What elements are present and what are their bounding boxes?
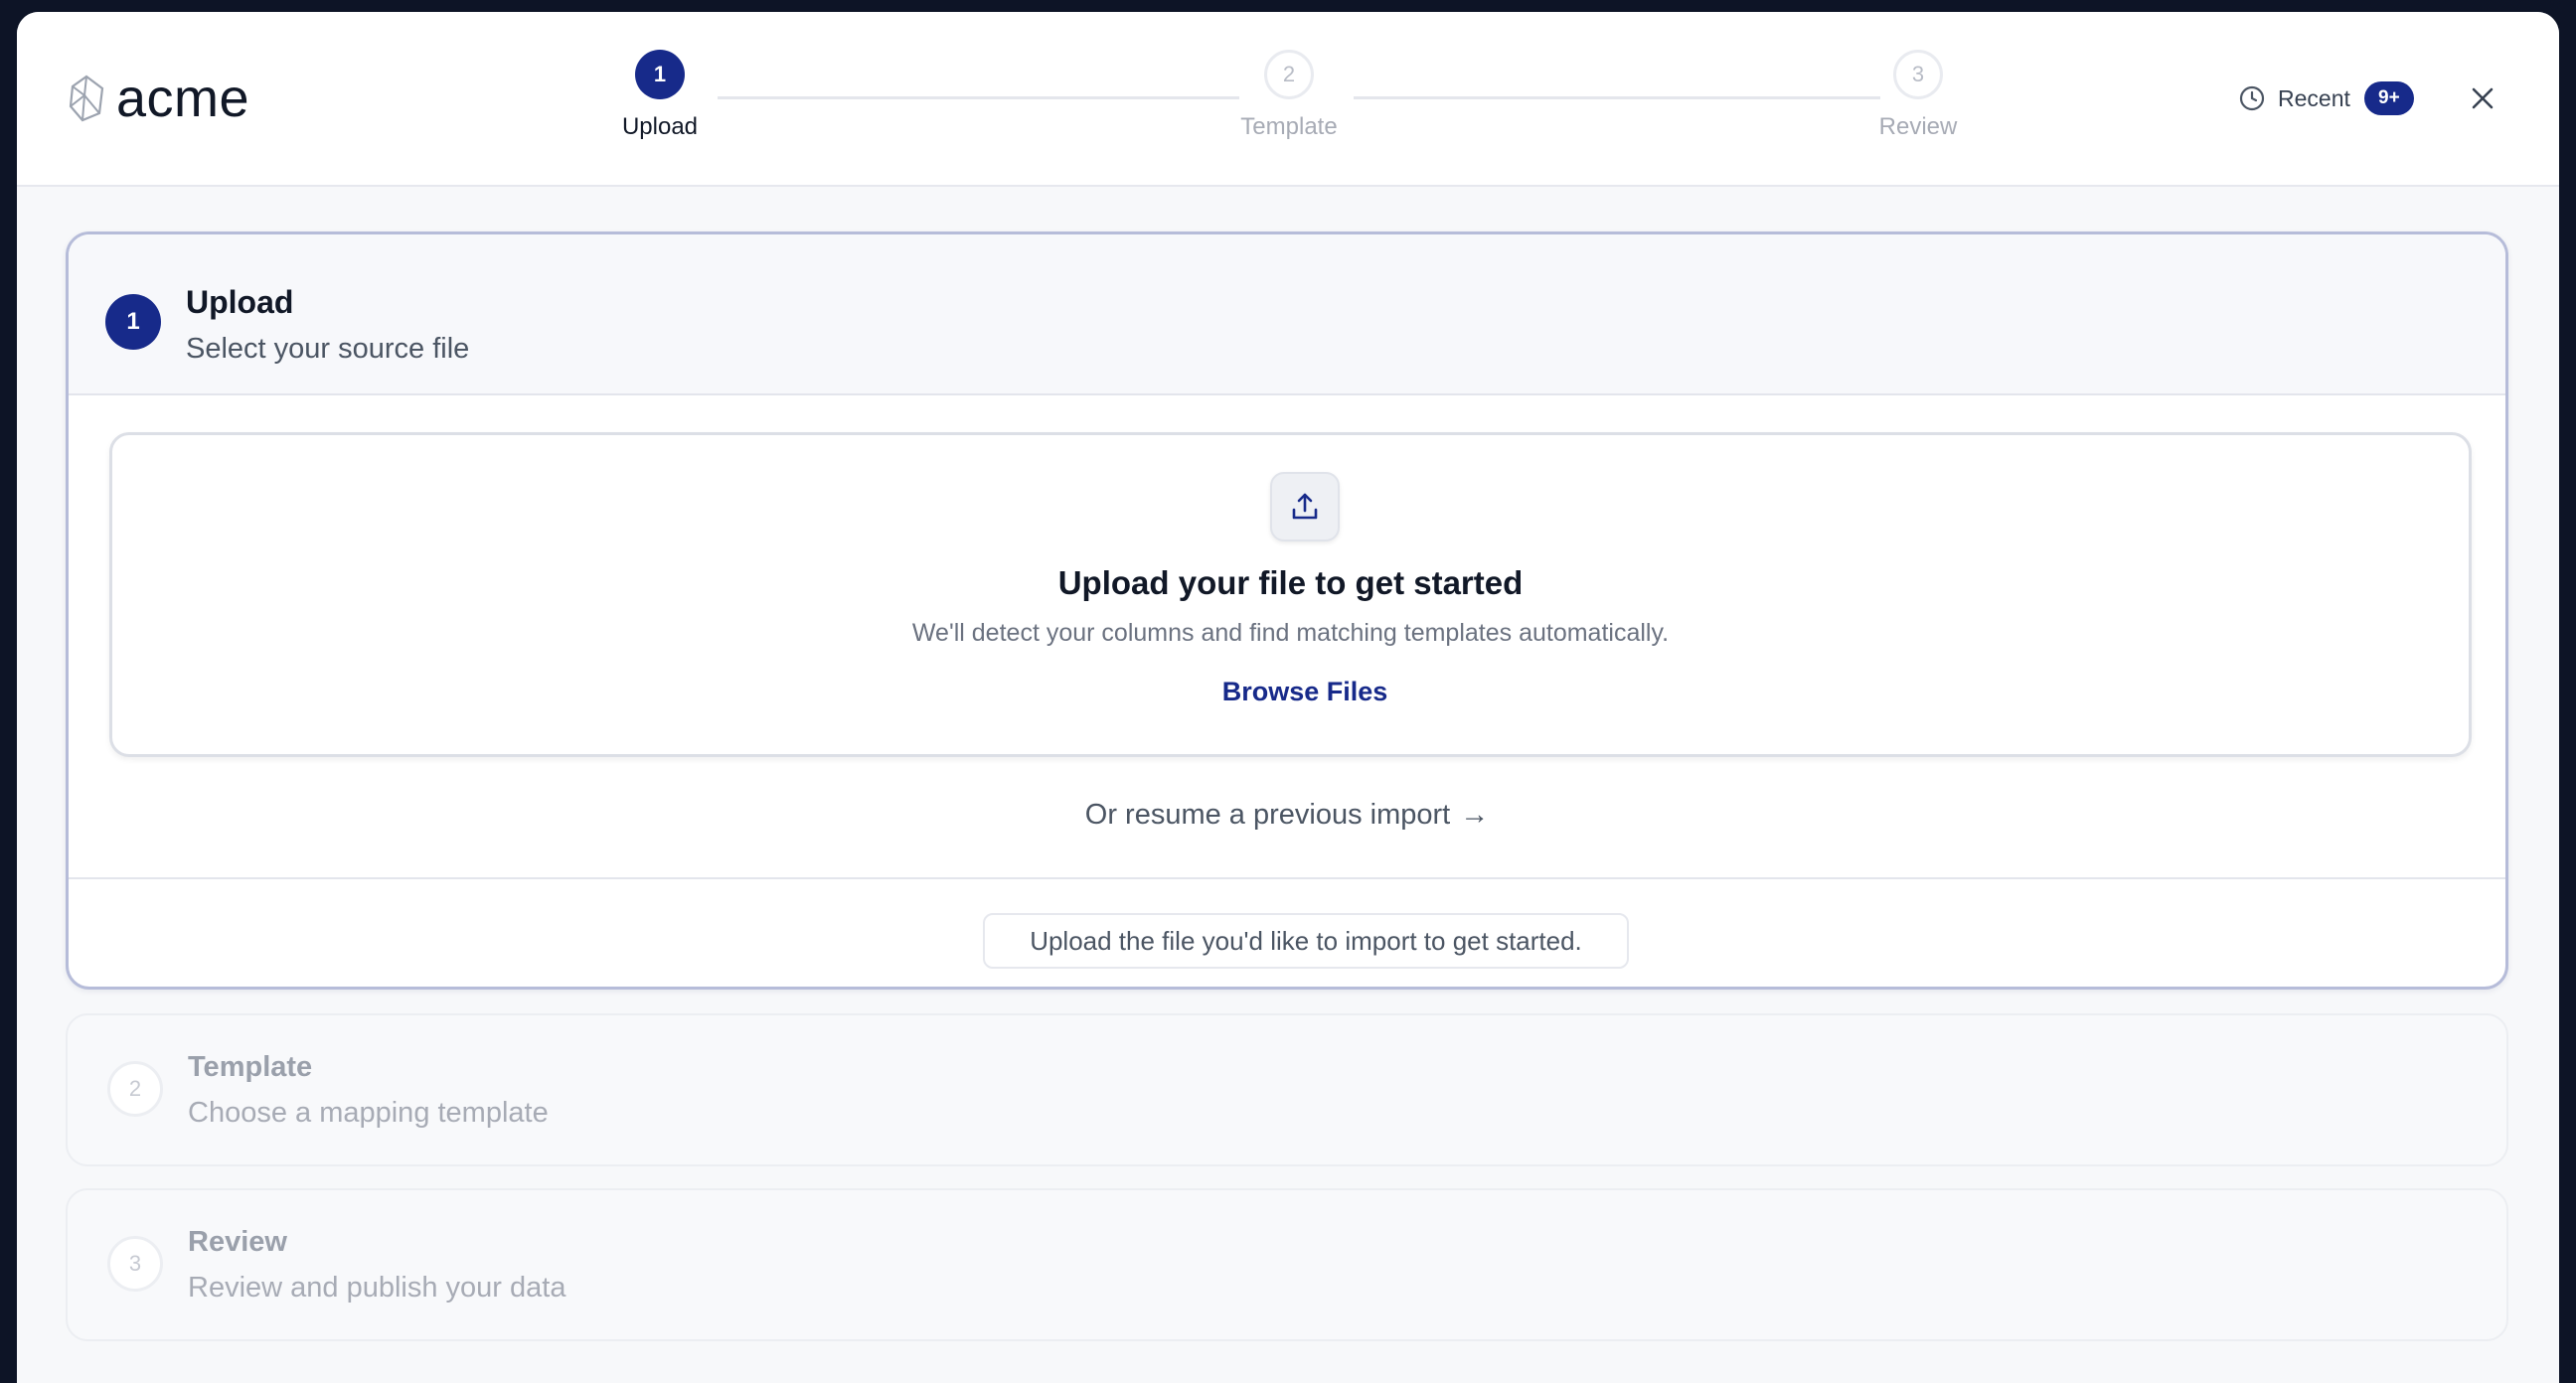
upload-step-card: 1 Upload Select your source file Upload … (66, 231, 2508, 990)
step-title: Review (188, 1226, 287, 1258)
step-subtitle: Select your source file (186, 333, 470, 365)
stepper-number: 3 (1893, 50, 1943, 99)
stepper-connector (1354, 96, 1880, 99)
browse-files-button[interactable]: Browse Files (1186, 677, 1424, 707)
dropzone-title: Upload your file to get started (1057, 564, 1524, 601)
stepper-step-review[interactable]: 3 Review (1839, 50, 1998, 141)
step-subtitle: Review and publish your data (188, 1272, 566, 1304)
step-title: Template (188, 1051, 313, 1083)
brand-logo: acme (67, 72, 249, 125)
clock-icon (2239, 85, 2265, 111)
upload-hint: Upload the file you'd like to import to … (983, 913, 1629, 969)
stepper-label: Upload (621, 113, 699, 140)
dropzone-subtitle: We'll detect your columns and find match… (911, 619, 1670, 647)
stepper-number: 2 (1264, 50, 1314, 99)
upload-step-header: 1 Upload Select your source file (69, 234, 2505, 395)
brand-name: acme (116, 69, 250, 128)
stepper-step-template[interactable]: 2 Template (1209, 50, 1368, 141)
step-title: Upload (186, 284, 294, 320)
stepper-label: Template (1240, 113, 1338, 140)
review-step-card[interactable]: 3 Review Review and publish your data (66, 1188, 2508, 1341)
close-icon[interactable] (2468, 83, 2497, 113)
recent-button[interactable]: Recent 9+ (2238, 81, 2414, 115)
step-number-badge: 3 (107, 1236, 163, 1292)
upload-icon (1270, 472, 1340, 541)
resume-label: Or resume a previous import (1084, 799, 1451, 831)
step-number-badge: 2 (107, 1061, 163, 1117)
step-subtitle: Choose a mapping template (188, 1097, 549, 1129)
recent-count-badge: 9+ (2363, 81, 2414, 115)
resume-import-link[interactable]: Or resume a previous import → (69, 799, 2505, 832)
acme-logo-icon (69, 75, 104, 122)
recent-label: Recent (2278, 84, 2350, 111)
stepper-label: Review (1878, 113, 1958, 140)
stepper-connector (718, 96, 1239, 99)
step-number-badge: 1 (105, 294, 161, 350)
stepper-step-upload[interactable]: 1 Upload (580, 50, 739, 141)
arrow-right-icon: → (1460, 799, 1490, 831)
file-dropzone[interactable]: Upload your file to get started We'll de… (109, 432, 2472, 757)
template-step-card[interactable]: 2 Template Choose a mapping template (66, 1013, 2508, 1166)
divider (69, 877, 2505, 879)
import-modal: acme 1 Upload 2 Template 3 Review Recent… (17, 12, 2559, 1383)
stepper-number: 1 (635, 50, 685, 99)
modal-header: acme 1 Upload 2 Template 3 Review Recent… (17, 12, 2559, 187)
